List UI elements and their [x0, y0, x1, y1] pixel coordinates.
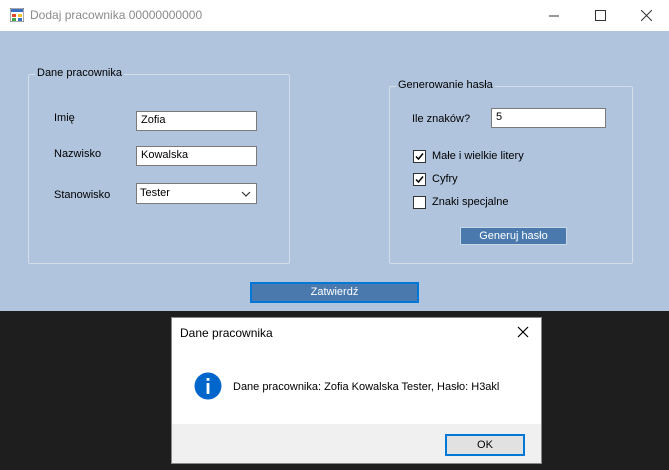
dialog-message: Dane pracownika: Zofia Kowalska Tester, …: [233, 381, 500, 393]
submit-button[interactable]: Zatwierdź: [250, 282, 419, 303]
title-bar[interactable]: Dodaj pracownika 00000000000: [0, 0, 669, 31]
ok-button[interactable]: OK: [445, 434, 525, 456]
checkbox-digits[interactable]: [413, 173, 426, 186]
length-label: Ile znaków?: [412, 113, 471, 125]
checkmark-icon: [415, 176, 424, 184]
main-window: Dodaj pracownika 00000000000 Dane pracow…: [0, 0, 669, 311]
position-select[interactable]: Tester: [136, 183, 257, 204]
first-name-input[interactable]: Zofia: [136, 111, 257, 131]
checkbox-mixed-case-label: Małe i wielkie litery: [432, 150, 524, 162]
checkbox-mixed-case[interactable]: [413, 150, 426, 163]
checkbox-special-chars[interactable]: [413, 196, 426, 209]
maximize-icon: [594, 10, 606, 21]
last-name-label: Nazwisko: [54, 148, 102, 160]
close-window-button[interactable]: [623, 0, 669, 31]
first-name-label: Imię: [54, 112, 75, 124]
position-selected-value: Tester: [140, 187, 170, 199]
last-name-input[interactable]: Kowalska: [136, 146, 257, 166]
close-icon[interactable]: [517, 326, 529, 338]
position-label: Stanowisko: [54, 189, 111, 201]
generate-password-button[interactable]: Generuj hasło: [460, 227, 567, 245]
password-group-title: Generowanie hasła: [396, 79, 495, 91]
employee-group-title: Dane pracownika: [35, 67, 124, 79]
app-form-icon: [10, 8, 24, 22]
info-icon: [194, 372, 222, 400]
minimize-icon: [549, 15, 559, 16]
checkbox-special-chars-label: Znaki specjalne: [432, 196, 509, 208]
message-dialog: Dane pracownika Dane pracownika: Zofia K…: [172, 318, 541, 463]
minimize-button[interactable]: [531, 0, 577, 31]
dialog-title: Dane pracownika: [180, 326, 273, 340]
close-icon: [640, 10, 652, 21]
chevron-down-icon: [241, 191, 251, 197]
length-input[interactable]: 5: [491, 108, 606, 128]
maximize-button[interactable]: [577, 0, 623, 31]
employee-groupbox: Dane pracownika: [28, 67, 290, 264]
window-title: Dodaj pracownika 00000000000: [30, 8, 203, 22]
checkmark-icon: [415, 153, 424, 161]
checkbox-digits-label: Cyfry: [432, 173, 458, 185]
